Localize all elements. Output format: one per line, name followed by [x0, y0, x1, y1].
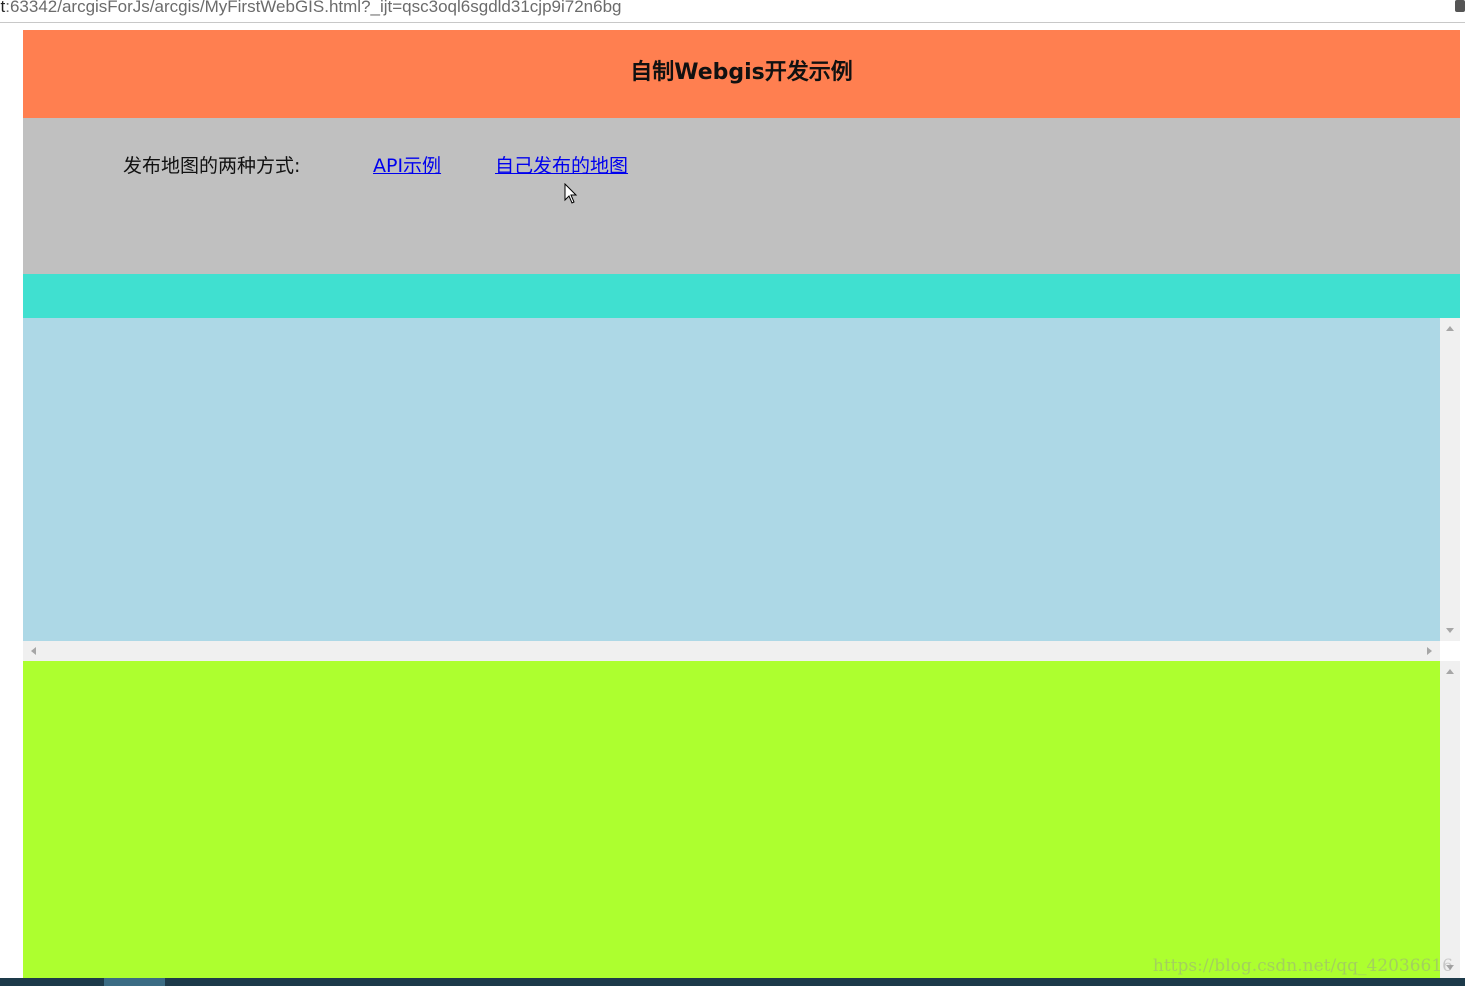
own-published-map-link[interactable]: 自己发布的地图 [495, 151, 628, 178]
vertical-scrollbar-2[interactable] [1440, 661, 1460, 978]
page-icon[interactable] [1455, 0, 1465, 12]
mouse-cursor-icon [564, 183, 578, 204]
horizontal-scrollbar-1[interactable] [23, 641, 1440, 661]
map-view-2[interactable] [23, 661, 1440, 978]
map-view-1[interactable] [23, 318, 1440, 641]
api-example-link[interactable]: API示例 [373, 151, 441, 178]
scroll-right-arrow-icon[interactable] [1427, 647, 1432, 655]
scroll-up-arrow-icon[interactable] [1446, 326, 1454, 331]
taskbar [0, 978, 1465, 986]
divider-strip [23, 274, 1460, 318]
nav-section: 发布地图的两种方式: API示例 自己发布的地图 [23, 118, 1460, 274]
map-frame-2 [23, 661, 1460, 978]
scroll-down-arrow-icon[interactable] [1446, 628, 1454, 633]
url-path: :63342/arcgisForJs/arcgis/MyFirstWebGIS.… [5, 0, 622, 16]
scrollbar-corner [1440, 641, 1460, 661]
nav-lead-text: 发布地图的两种方式: [123, 155, 301, 177]
map-frame-1 [23, 318, 1460, 661]
url-text[interactable]: st:63342/arcgisForJs/arcgis/MyFirstWebGI… [0, 0, 621, 17]
watermark: https://blog.csdn.net/qq_42036616 [1152, 956, 1453, 976]
scroll-left-arrow-icon[interactable] [31, 647, 36, 655]
page-content: 自制Webgis开发示例 发布地图的两种方式: API示例 自己发布的地图 [23, 30, 1460, 986]
page-header: 自制Webgis开发示例 [23, 30, 1460, 118]
scroll-up-arrow-icon[interactable] [1446, 669, 1454, 674]
page-title: 自制Webgis开发示例 [630, 60, 853, 85]
address-bar[interactable]: st:63342/arcgisForJs/arcgis/MyFirstWebGI… [0, 0, 1465, 23]
vertical-scrollbar-1[interactable] [1440, 318, 1460, 641]
taskbar-active-item[interactable] [104, 978, 165, 986]
